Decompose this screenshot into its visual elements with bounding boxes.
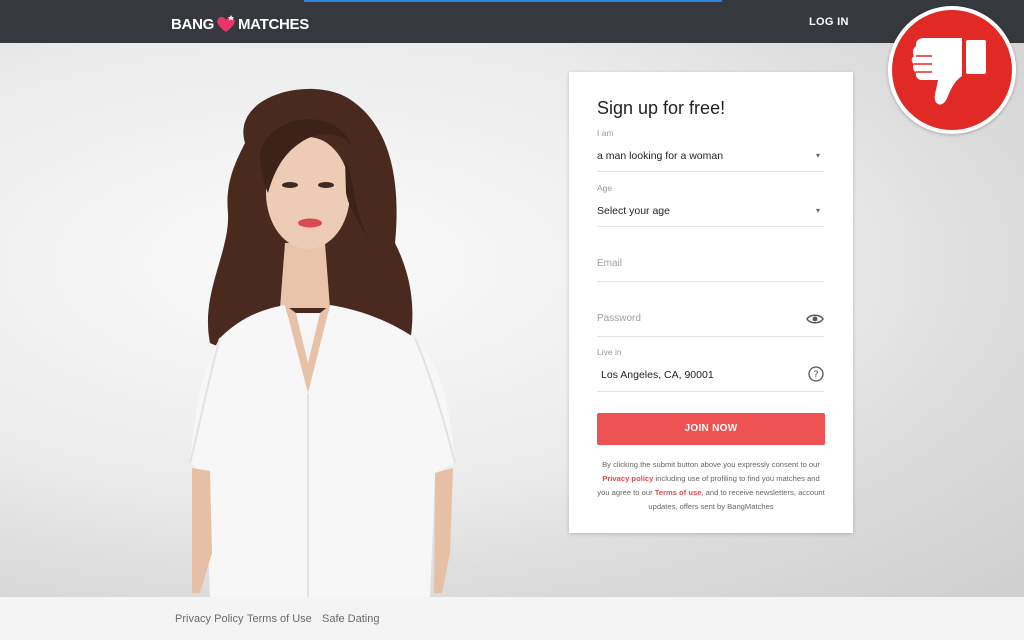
livein-field[interactable]: Live in Los Angeles, CA, 90001 ? [597,347,824,392]
age-select[interactable]: Age Select your age ▾ [597,183,824,227]
badge-circle [892,10,1012,130]
page-footer: Privacy Policy Terms of Use Safe Dating [0,597,1024,640]
terms-of-use-link[interactable]: Terms of use [655,488,702,497]
password-placeholder: Password [597,313,641,324]
top-navbar: BANG MATCHES LOG IN [0,0,1024,43]
age-value: Select your age [597,205,670,217]
footer-safe-dating-link[interactable]: Safe Dating [322,613,379,625]
privacy-policy-link[interactable]: Privacy policy [602,474,653,483]
heart-logo-icon [215,14,237,34]
caret-down-icon: ▾ [815,206,820,215]
eye-icon[interactable] [806,312,824,324]
livein-label: Live in [597,347,622,357]
progress-accent-bar [304,0,722,2]
age-label: Age [597,183,613,193]
iam-value: a man looking for a woman [597,150,724,162]
signup-title: Sign up for free! [597,98,726,118]
footer-terms-of-use-link[interactable]: Terms of Use [247,613,312,625]
logo-text-right: MATCHES [237,15,309,33]
email-placeholder: Email [597,258,623,269]
iam-label: I am [597,128,614,138]
password-field[interactable]: Password [597,293,824,337]
svg-text:?: ? [813,370,818,381]
iam-select[interactable]: I am a man looking for a woman ▾ [597,128,824,172]
login-link[interactable]: LOG IN [809,16,849,28]
signup-card: Sign up for free! I am a man looking for… [569,72,853,533]
hero-section: Sign up for free! I am a man looking for… [0,43,1024,597]
caret-down-icon: ▾ [815,151,820,160]
legal-consent-text: By clicking the submit button above you … [597,458,825,514]
logo-text-left: BANG [171,15,214,33]
thumbs-down-icon [911,38,986,105]
join-now-button[interactable]: JOIN NOW [597,413,825,445]
legal-text-1: By clicking the submit button above you … [602,460,820,469]
question-circle-icon[interactable]: ? [808,366,824,382]
hero-model-photo [189,88,456,597]
rating-badge [888,6,1016,134]
email-field[interactable]: Email [597,238,824,282]
livein-value: Los Angeles, CA, 90001 [601,369,714,381]
footer-privacy-policy-link[interactable]: Privacy Policy [175,613,243,625]
site-logo[interactable]: BANG MATCHES [171,13,309,35]
